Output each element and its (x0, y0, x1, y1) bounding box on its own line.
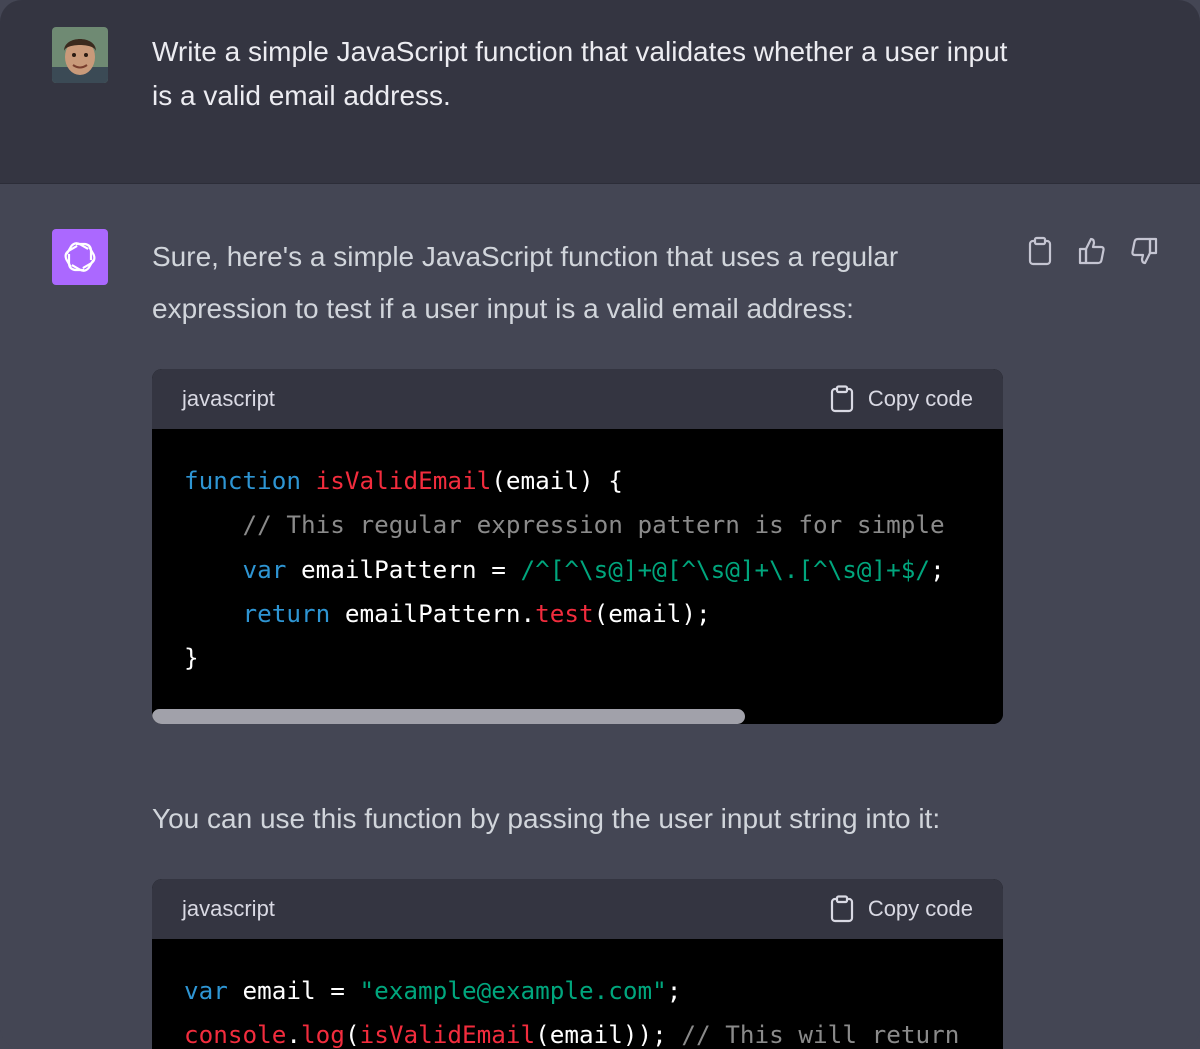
code-block: javascript Copy code function isValidEma… (152, 369, 1003, 724)
code-text: (email) { (491, 466, 623, 495)
code-text: ( (344, 1020, 360, 1049)
thumbs-up-button[interactable] (1076, 235, 1108, 267)
code-text: (email)); (535, 1020, 682, 1049)
code-function: test (535, 598, 594, 628)
code-text: ; (666, 976, 682, 1005)
code-keyword: function (184, 466, 302, 495)
code-line: // This regular expression pattern is fo… (184, 503, 971, 547)
code-text: email = (227, 976, 360, 1005)
clipboard-icon (1028, 236, 1052, 266)
code-language-label: javascript (182, 896, 275, 921)
user-avatar (52, 27, 108, 83)
code-text: . (286, 1020, 302, 1049)
code-keyword: var (242, 554, 287, 584)
thumbs-down-button[interactable] (1128, 235, 1160, 267)
clipboard-icon (830, 895, 853, 923)
horizontal-scrollbar[interactable] (152, 709, 1003, 724)
thumbs-up-icon (1078, 237, 1105, 265)
assistant-followup-text: You can use this function by passing the… (152, 803, 941, 834)
code-line: } (184, 636, 971, 680)
code-comment: // This regular expression pattern is fo… (242, 510, 945, 540)
copy-code-button[interactable]: Copy code (830, 385, 973, 413)
code-regex: /^[^\s@]+@[^\s@]+\.[^\s@]+$/ (520, 554, 931, 584)
code-line: var email = "example@example.com"; (184, 969, 971, 1013)
message-actions (1024, 235, 1160, 267)
clipboard-icon (830, 385, 853, 413)
code-text: emailPattern = (286, 554, 521, 584)
code-block-header: javascript Copy code (152, 879, 1003, 939)
code-content[interactable]: var email = "example@example.com"; consol… (152, 939, 1003, 1049)
code-text: } (184, 643, 199, 673)
code-line: function isValidEmail(email) { (184, 459, 971, 503)
assistant-intro-text: Sure, here's a simple JavaScript functio… (152, 241, 899, 324)
copy-code-button[interactable]: Copy code (830, 895, 973, 923)
code-function: console (184, 1020, 287, 1049)
code-text: (email); (593, 598, 711, 628)
scrollbar-thumb[interactable] (152, 709, 745, 724)
code-line: return emailPattern.test(email); (184, 592, 971, 636)
user-message-row: Write a simple JavaScript function that … (0, 0, 1200, 184)
code-keyword: var (184, 976, 228, 1005)
assistant-avatar (52, 229, 108, 285)
copy-message-button[interactable] (1024, 235, 1056, 267)
code-block-header: javascript Copy code (152, 369, 1003, 429)
code-text: emailPattern. (330, 598, 536, 628)
code-comment: // This will return (681, 1020, 960, 1049)
assistant-message-row: Sure, here's a simple JavaScript functio… (0, 185, 1200, 1049)
code-string: "example@example.com" (359, 976, 667, 1005)
code-line: console.log(isValidEmail(email)); // Thi… (184, 1013, 971, 1049)
code-line: var emailPattern = /^[^\s@]+@[^\s@]+\.[^… (184, 548, 971, 592)
code-function: log (301, 1020, 345, 1049)
code-text: ; (930, 554, 945, 584)
code-function: isValidEmail (315, 466, 492, 495)
code-content[interactable]: function isValidEmail(email) { // This r… (152, 429, 1003, 680)
code-function: isValidEmail (359, 1020, 536, 1049)
thumbs-down-icon (1131, 237, 1158, 265)
copy-code-label: Copy code (867, 386, 973, 411)
copy-code-label: Copy code (867, 896, 973, 921)
user-message-text: Write a simple JavaScript function that … (152, 36, 1008, 111)
openai-logo-icon (64, 242, 96, 272)
code-block: javascript Copy code var email = "exampl… (152, 879, 1003, 1049)
code-keyword: return (242, 598, 331, 628)
code-language-label: javascript (182, 386, 275, 411)
chat-window: Write a simple JavaScript function that … (0, 0, 1200, 1049)
